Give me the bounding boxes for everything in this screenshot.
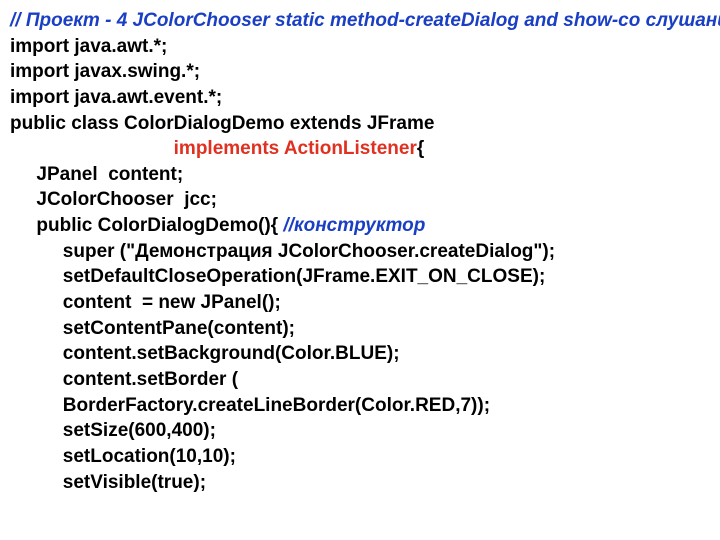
- code-line: setLocation(10,10);: [10, 444, 710, 470]
- code-brace: {: [417, 138, 424, 159]
- code-comment-inline: //конструктор: [283, 215, 425, 236]
- code-line: JPanel content;: [10, 162, 710, 188]
- code-line: setDefaultCloseOperation(JFrame.EXIT_ON_…: [10, 264, 710, 290]
- code-implements: implements ActionListener: [174, 138, 417, 159]
- code-line: content.setBorder (: [10, 367, 710, 393]
- code-line: import javax.swing.*;: [10, 59, 710, 85]
- code-line: content = new JPanel();: [10, 290, 710, 316]
- code-line: setVisible(true);: [10, 470, 710, 496]
- code-line: implements ActionListener{: [10, 136, 710, 162]
- code-indent: [10, 138, 174, 159]
- code-line: super ("Демонстрация JColorChooser.creat…: [10, 239, 710, 265]
- code-line: BorderFactory.createLineBorder(Color.RED…: [10, 393, 710, 419]
- code-line: JColorChooser jcc;: [10, 187, 710, 213]
- code-line: import java.awt.event.*;: [10, 85, 710, 111]
- code-line: import java.awt.*;: [10, 34, 710, 60]
- code-line: public class ColorDialogDemo extends JFr…: [10, 111, 710, 137]
- code-line: setSize(600,400);: [10, 418, 710, 444]
- code-line: content.setBackground(Color.BLUE);: [10, 341, 710, 367]
- code-line: setContentPane(content);: [10, 316, 710, 342]
- code-comment-line: // Проект - 4 JColorChooser static metho…: [10, 8, 710, 34]
- code-text: public ColorDialogDemo(){: [10, 215, 283, 236]
- code-line: public ColorDialogDemo(){ //конструктор: [10, 213, 710, 239]
